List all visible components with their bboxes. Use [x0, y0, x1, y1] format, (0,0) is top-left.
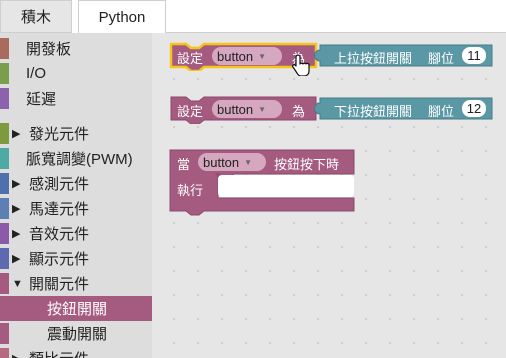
expand-arrow-icon[interactable]: ▶ [12, 177, 20, 190]
variable-name: button [203, 154, 240, 170]
category-pwm[interactable]: 脈寬調變(PWM) [0, 146, 152, 171]
category-label: 開關元件 [29, 276, 90, 293]
pin-label: 腳位 [428, 104, 455, 119]
category-analog[interactable]: ▶ 類比元件 [0, 346, 152, 358]
category-color-swatch [0, 88, 9, 109]
button-pressed-event-block[interactable]: 當 button ▼ 按鈕按下時 執行 [168, 147, 358, 217]
variable-name: button [217, 101, 254, 117]
category-color-swatch [0, 323, 9, 344]
category-color-swatch [0, 148, 9, 169]
set-label: 設定 [177, 104, 204, 119]
category-vibration-switch[interactable]: 震動開關 [0, 321, 152, 346]
statement-input-slot[interactable] [218, 175, 354, 197]
category-label: 延遲 [26, 91, 57, 108]
set-variable-block-selected[interactable]: 設定 button ▼ 為 上拉按鈕開關 腳位 11 [168, 41, 498, 76]
category-color-swatch [0, 298, 9, 319]
event-label: 按鈕按下時 [274, 157, 340, 172]
toolbox: 開發板 I/O 延遲 ▶ 發光元件 脈寬調變(PWM) ▶ 感測元件 ▶ 馬達元… [0, 33, 152, 358]
set-variable-block[interactable]: 設定 button ▼ 為 下拉按鈕開關 腳位 12 [168, 94, 498, 124]
variable-dropdown[interactable]: button ▼ [212, 100, 282, 118]
category-sensor[interactable]: ▶ 感測元件 [0, 171, 152, 196]
variable-dropdown[interactable]: button ▼ [212, 47, 282, 65]
category-switch[interactable]: ▼ 開關元件 [0, 271, 152, 296]
category-sound[interactable]: ▶ 音效元件 [0, 221, 152, 246]
category-label: 感測元件 [29, 176, 90, 193]
set-label: 設定 [177, 51, 204, 66]
category-label: 脈寬調變(PWM) [26, 151, 133, 168]
expand-arrow-icon[interactable]: ▶ [12, 127, 20, 140]
pin-number-field[interactable]: 12 [462, 100, 486, 117]
tab-python[interactable]: Python [78, 0, 166, 33]
expand-arrow-icon[interactable]: ▶ [12, 252, 20, 265]
workspace[interactable]: 設定 button ▼ 為 上拉按鈕開關 腳位 11 設定 button ▼ 為… [152, 33, 506, 358]
variable-dropdown[interactable]: button ▼ [198, 153, 266, 171]
category-label: 發光元件 [29, 126, 90, 143]
tab-blocks[interactable]: 積木 [0, 0, 72, 33]
category-color-swatch [0, 348, 9, 358]
pin-number-field[interactable]: 11 [462, 47, 486, 64]
category-label: 類比元件 [29, 348, 89, 358]
category-label: 開發板 [26, 41, 72, 58]
expand-arrow-icon[interactable]: ▶ [12, 227, 20, 240]
category-color-swatch [0, 123, 9, 144]
category-color-swatch [0, 248, 9, 269]
category-color-swatch [0, 198, 9, 219]
dropdown-caret-icon: ▼ [244, 157, 253, 167]
expand-arrow-icon[interactable]: ▶ [12, 202, 20, 215]
to-label: 為 [292, 104, 306, 119]
category-display[interactable]: ▶ 顯示元件 [0, 246, 152, 271]
category-label: 馬達元件 [29, 201, 90, 218]
category-color-swatch [0, 38, 9, 59]
category-light[interactable]: ▶ 發光元件 [0, 121, 152, 146]
value-block-label: 下拉按鈕開關 [334, 104, 413, 119]
category-label: 音效元件 [29, 226, 90, 243]
category-label: 震動開關 [47, 326, 108, 343]
category-button-switch[interactable]: 按鈕開關 [0, 296, 152, 321]
category-color-swatch [0, 273, 9, 294]
collapse-arrow-icon[interactable]: ▼ [12, 278, 23, 290]
category-motor[interactable]: ▶ 馬達元件 [0, 196, 152, 221]
category-io[interactable]: I/O [0, 61, 152, 86]
dropdown-caret-icon: ▼ [258, 104, 267, 114]
when-label: 當 [177, 157, 191, 172]
category-board[interactable]: 開發板 [0, 36, 152, 61]
pin-label: 腳位 [428, 51, 455, 66]
category-label: 顯示元件 [29, 251, 90, 268]
expand-arrow-icon[interactable]: ▶ [12, 352, 20, 358]
category-color-swatch [0, 173, 9, 194]
category-delay[interactable]: 延遲 [0, 86, 152, 111]
hand-cursor-icon [292, 54, 310, 76]
variable-name: button [217, 48, 254, 64]
category-label: I/O [26, 65, 47, 82]
category-color-swatch [0, 63, 9, 84]
category-color-swatch [0, 223, 9, 244]
do-label: 執行 [177, 183, 204, 198]
tab-bar: 積木 Python [0, 0, 506, 33]
dropdown-caret-icon: ▼ [258, 51, 267, 61]
value-block-label: 上拉按鈕開關 [334, 51, 413, 66]
category-label: 按鈕開關 [47, 301, 108, 318]
